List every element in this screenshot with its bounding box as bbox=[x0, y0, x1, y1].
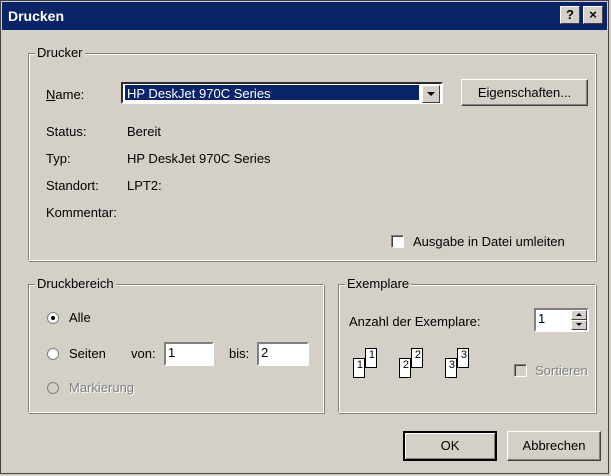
from-label: von: bbox=[131, 346, 156, 361]
selection-label[interactable]: Markierung bbox=[69, 380, 134, 395]
page-icon: 2 bbox=[399, 358, 411, 378]
type-value: HP DeskJet 970C Series bbox=[127, 151, 271, 166]
printer-name-select[interactable]: HP DeskJet 970C Series bbox=[121, 82, 443, 104]
page-icon: 2 bbox=[411, 348, 423, 368]
location-value: LPT2: bbox=[127, 178, 162, 193]
copies-group: Exemplare Anzahl der Exemplare: 1 1 1 2 … bbox=[338, 276, 596, 413]
chevron-down-icon[interactable] bbox=[422, 85, 440, 103]
cancel-button[interactable]: Abbrechen bbox=[507, 431, 601, 461]
spin-down-icon[interactable] bbox=[571, 320, 587, 330]
window-title: Drucken bbox=[8, 8, 65, 24]
copies-count-spinner[interactable]: 1 bbox=[534, 308, 589, 332]
title-bar: Drucken ? × bbox=[2, 2, 607, 30]
comment-label: Kommentar: bbox=[46, 205, 117, 220]
pages-label[interactable]: Seiten bbox=[69, 346, 106, 361]
print-to-file-checkbox[interactable] bbox=[391, 235, 404, 248]
name-label: Name: bbox=[46, 87, 85, 102]
collate-label[interactable]: Sortieren bbox=[535, 363, 588, 378]
print-to-file-label[interactable]: Ausgabe in Datei umleiten bbox=[413, 234, 565, 249]
pages-radio[interactable] bbox=[47, 348, 59, 360]
selection-radio[interactable] bbox=[47, 382, 59, 394]
all-label[interactable]: Alle bbox=[69, 310, 91, 325]
page-icon: 3 bbox=[445, 358, 457, 378]
spin-up-icon[interactable] bbox=[571, 310, 587, 320]
status-value: Bereit bbox=[127, 124, 161, 139]
print-range-group: Druckbereich Alle Seiten von: 1 bis: 2 M… bbox=[28, 276, 324, 413]
ok-button[interactable]: OK bbox=[403, 431, 497, 461]
to-input[interactable]: 2 bbox=[257, 342, 309, 366]
page-icon: 1 bbox=[353, 358, 365, 378]
print-range-legend: Druckbereich bbox=[35, 276, 116, 291]
type-label: Typ: bbox=[46, 151, 71, 166]
printer-group: Drucker Name: HP DeskJet 970C Series Eig… bbox=[28, 45, 596, 261]
properties-button[interactable]: Eigenschaften... bbox=[461, 79, 588, 106]
status-label: Status: bbox=[46, 124, 87, 139]
copies-legend: Exemplare bbox=[345, 276, 412, 291]
from-input[interactable]: 1 bbox=[164, 342, 214, 366]
to-label: bis: bbox=[229, 346, 250, 361]
collate-checkbox[interactable] bbox=[514, 364, 527, 377]
print-dialog: Drucken ? × Drucker Name: HP DeskJet 970… bbox=[0, 0, 609, 474]
copies-count-label: Anzahl der Exemplare: bbox=[349, 314, 481, 329]
copies-count-value: 1 bbox=[538, 311, 546, 326]
page-icon: 1 bbox=[365, 348, 377, 368]
printer-name-value: HP DeskJet 970C Series bbox=[125, 85, 419, 101]
page-icon: 3 bbox=[457, 348, 469, 368]
location-label: Standort: bbox=[46, 178, 99, 193]
printer-group-legend: Drucker bbox=[35, 45, 85, 60]
close-button[interactable]: × bbox=[583, 6, 603, 24]
all-radio[interactable] bbox=[47, 312, 59, 324]
help-button[interactable]: ? bbox=[560, 6, 580, 24]
